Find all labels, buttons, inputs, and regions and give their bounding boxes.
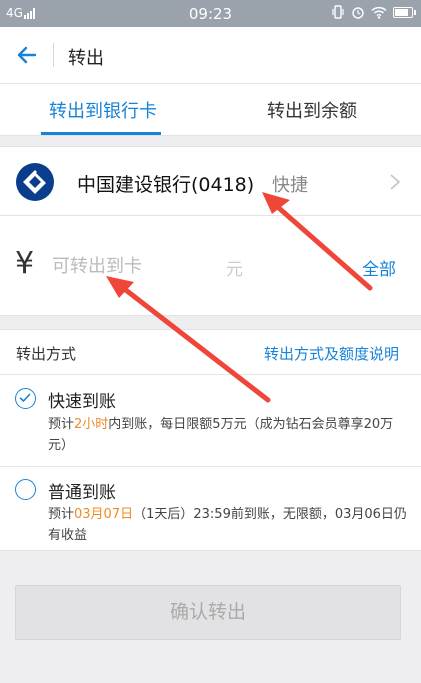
- back-arrow-icon[interactable]: [14, 41, 40, 69]
- method-limit-help-link[interactable]: 转出方式及额度说明: [264, 343, 399, 364]
- option-label: 普通到账: [48, 483, 116, 503]
- transfer-all-link[interactable]: 全部: [362, 255, 396, 280]
- transfer-method-header: 转出方式 转出方式及额度说明: [0, 330, 421, 375]
- alarm-icon: [352, 7, 364, 19]
- option-description: 预计03月07日（1天后）23:59前到账，无限额，03月06日仍有收益: [48, 507, 407, 543]
- tab-to-bank-card[interactable]: 转出到银行卡: [13, 97, 193, 123]
- arrival-time-highlight: 2小时: [74, 417, 109, 432]
- tab-to-balance[interactable]: 转出到余额: [222, 97, 402, 123]
- ccb-bank-logo-icon: [16, 163, 54, 201]
- option-normal-arrival[interactable]: 普通到账 预计03月07日（1天后）23:59前到账，无限额，03月06日仍有收…: [0, 467, 421, 552]
- amount-unit: 元: [226, 260, 243, 280]
- option-description: 预计2小时内到账，每日限额5万元（成为钻石会员尊享20万元）: [48, 417, 394, 453]
- amount-input[interactable]: [52, 252, 342, 280]
- transfer-method-title: 转出方式: [16, 345, 77, 363]
- confirm-transfer-button[interactable]: 确认转出: [15, 585, 401, 640]
- bank-name: 中国建设银行(0418): [77, 174, 255, 196]
- amount-section: ¥ 元 全部: [0, 216, 421, 316]
- option-fast-arrival[interactable]: 快速到账 预计2小时内到账，每日限额5万元（成为钻石会员尊享20万元）: [0, 375, 421, 467]
- transfer-method-section: 转出方式 转出方式及额度说明 快速到账 预计2小时内到账，每日限额5万元（成为钻…: [0, 329, 421, 551]
- battery-icon: [393, 6, 416, 18]
- nav-divider: [53, 43, 54, 67]
- chevron-right-icon: [390, 174, 401, 190]
- option-label: 快速到账: [48, 392, 116, 412]
- page-title: 转出: [68, 48, 104, 69]
- active-tab-indicator: [41, 132, 161, 135]
- radio-unchecked-icon[interactable]: [15, 479, 36, 500]
- arrival-date-highlight: 03月07日: [74, 507, 134, 522]
- tab-bar: 转出到银行卡 转出到余额: [0, 84, 421, 136]
- status-bar: 4G 09:23: [0, 0, 421, 27]
- vibrate-icon: [332, 5, 344, 19]
- wifi-icon: [371, 6, 387, 19]
- bank-pay-type: 快捷: [272, 175, 308, 196]
- status-icons: [331, 5, 416, 19]
- nav-bar: 转出: [0, 27, 421, 84]
- yen-icon: ¥: [15, 246, 35, 281]
- radio-checked-icon[interactable]: [15, 388, 36, 409]
- bank-card-selector[interactable]: 中国建设银行(0418) 快捷: [0, 146, 421, 216]
